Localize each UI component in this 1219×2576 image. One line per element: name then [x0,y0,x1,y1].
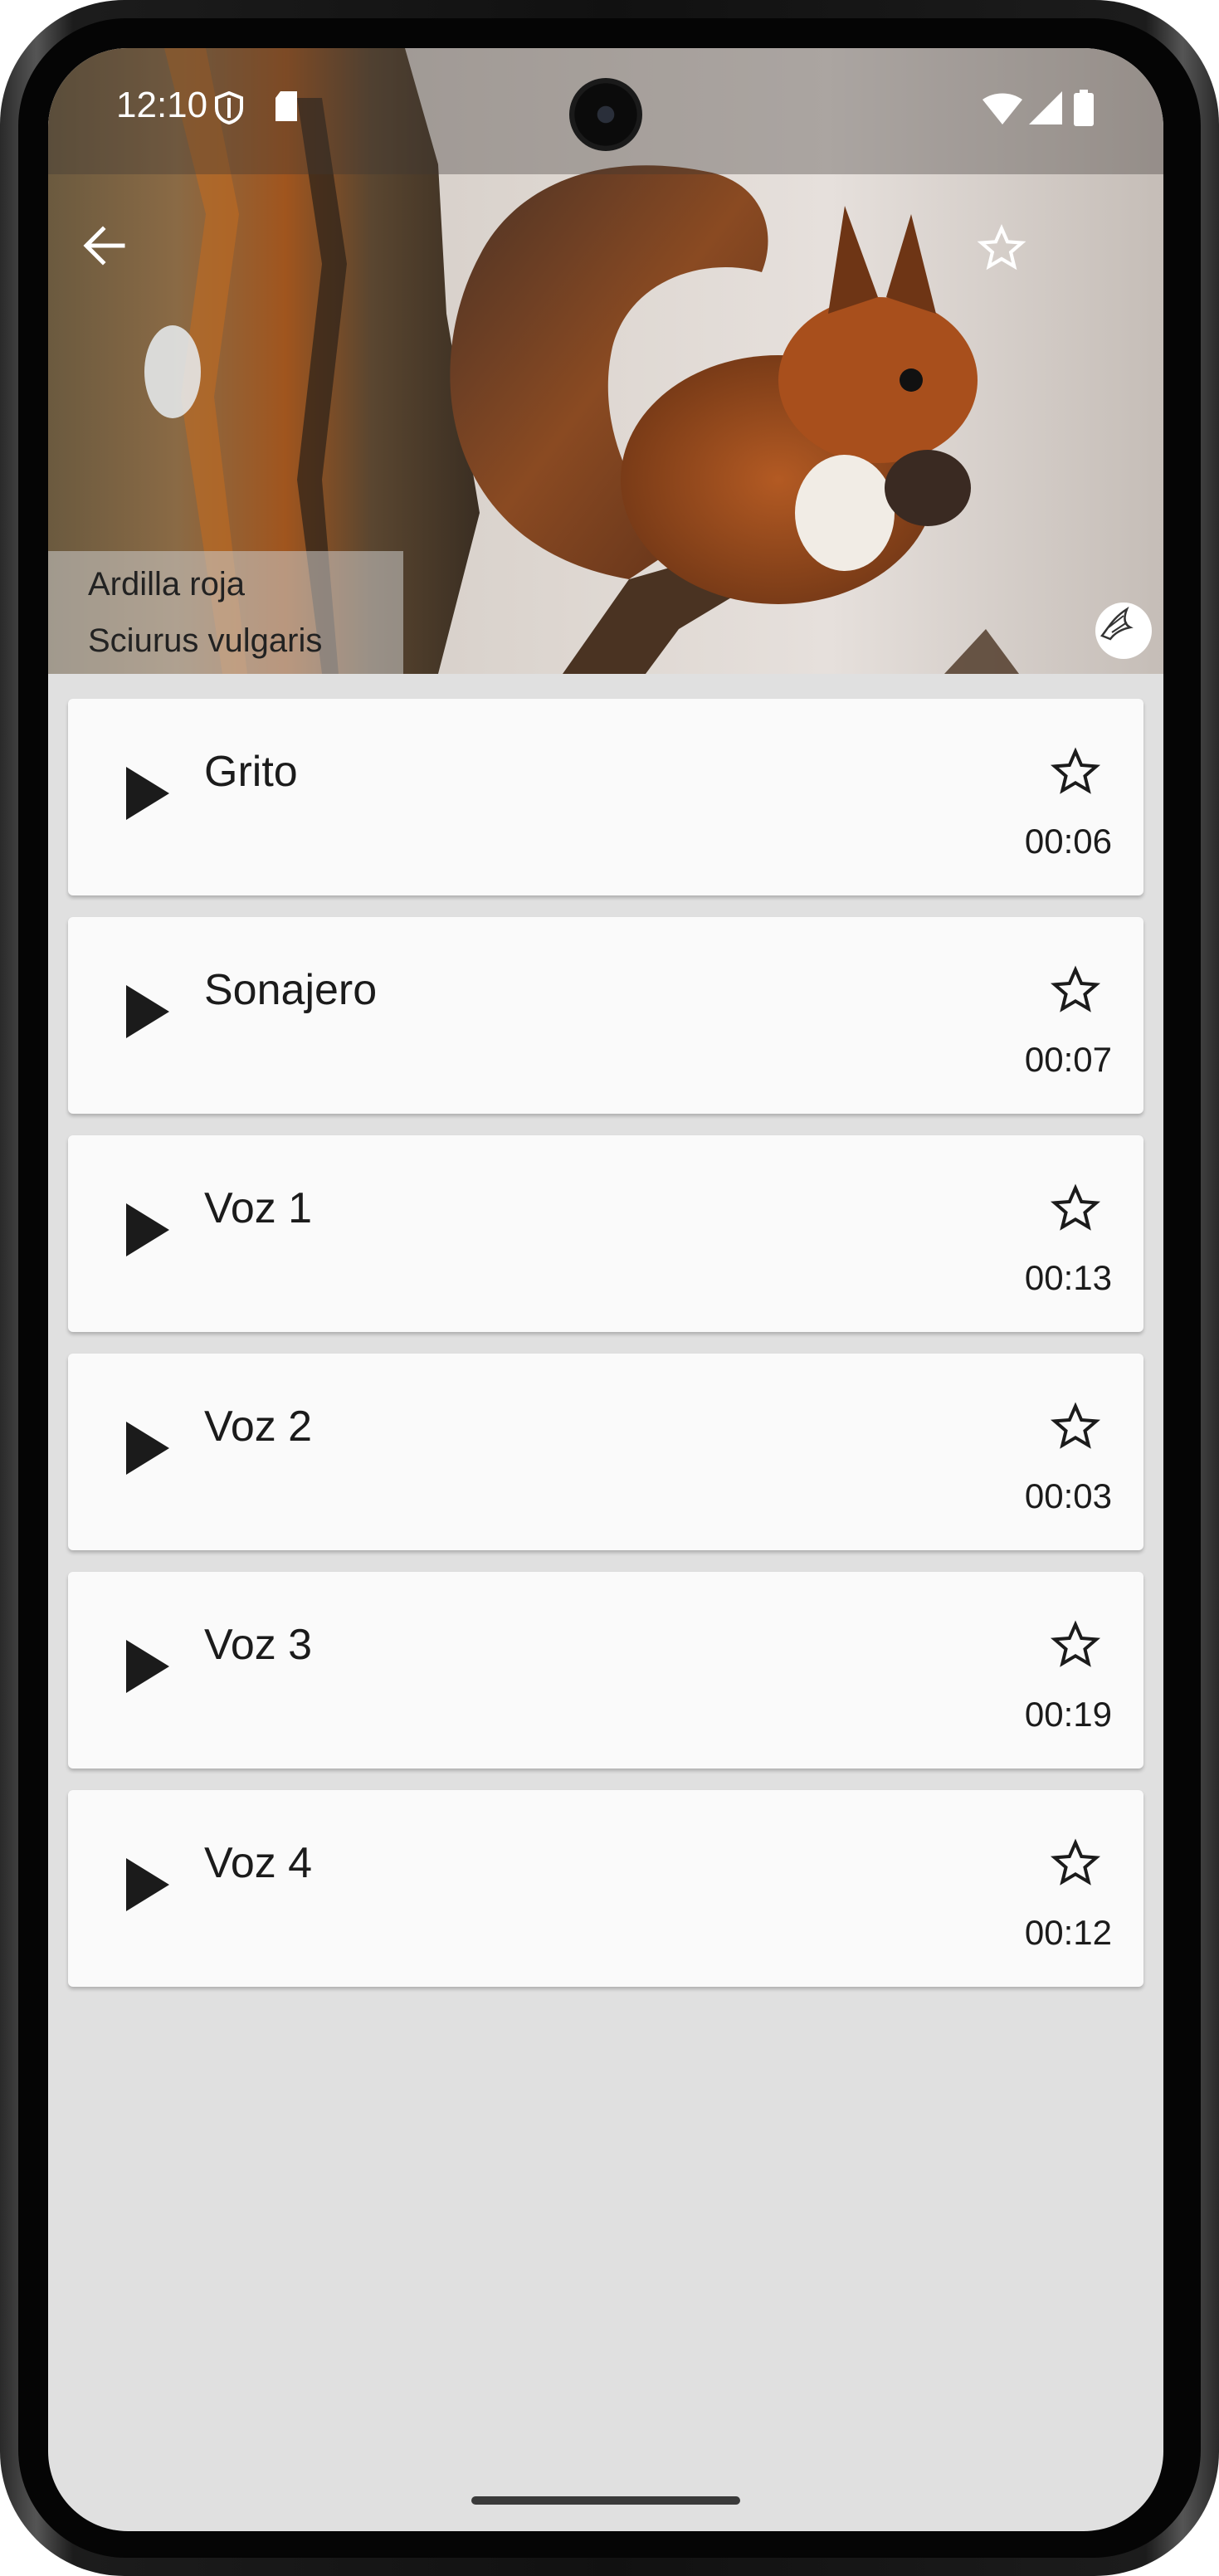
star-outline-icon[interactable] [1049,745,1102,798]
sound-item[interactable]: Voz 3 00:19 [68,1572,1143,1769]
sound-title: Voz 4 [204,1839,313,1887]
play-icon[interactable] [126,985,169,1038]
play-icon[interactable] [126,1858,169,1911]
sound-duration: 00:03 [1024,1476,1112,1515]
sound-title: Grito [204,748,298,796]
back-button[interactable] [81,222,151,292]
wifi-icon [983,93,1022,124]
shield-icon [215,91,243,124]
species-header: 12:10 Ardilla roja Sciurus vulgaris [48,48,1163,674]
sound-item[interactable]: Sonajero 00:07 [68,917,1143,1114]
star-outline-icon[interactable] [1049,1182,1102,1235]
app-screen: 12:10 Ardilla roja Sciurus vulgaris Grit… [48,48,1163,2531]
star-outline-icon [977,224,1026,271]
sound-item[interactable]: Voz 4 00:12 [68,1790,1143,1987]
star-outline-icon[interactable] [1049,1400,1102,1453]
signal-icon [1029,91,1062,124]
sound-duration: 00:19 [1024,1695,1112,1734]
sound-duration: 00:12 [1024,1913,1112,1952]
sound-duration: 00:07 [1024,1040,1112,1079]
bird-logo-icon [1100,606,1134,641]
star-outline-icon[interactable] [1049,1837,1102,1890]
sound-title: Voz 3 [204,1621,313,1669]
favorite-species-button[interactable] [976,222,1046,292]
species-caption: Ardilla roja Sciurus vulgaris [48,551,403,674]
star-outline-icon[interactable] [1049,964,1102,1017]
sound-item[interactable]: Grito 00:06 [68,699,1143,895]
sound-duration: 00:13 [1024,1258,1112,1297]
play-icon[interactable] [126,1422,169,1475]
photo-credit-logo[interactable] [1095,603,1152,659]
sound-title: Sonajero [204,966,378,1014]
sound-duration: 00:06 [1024,822,1112,861]
common-name: Ardilla roja [88,566,245,603]
battery-icon [1074,90,1094,126]
home-indicator[interactable] [471,2496,740,2505]
status-time: 12:10 [116,85,208,125]
play-icon[interactable] [126,1640,169,1693]
sd-card-icon [275,91,297,121]
sound-item[interactable]: Voz 2 00:03 [68,1354,1143,1550]
sound-title: Voz 1 [204,1184,313,1232]
scientific-name: Sciurus vulgaris [88,622,323,659]
play-icon[interactable] [126,1203,169,1256]
star-outline-icon[interactable] [1049,1618,1102,1671]
sound-item[interactable]: Voz 1 00:13 [68,1135,1143,1332]
play-icon[interactable] [126,767,169,820]
sound-title: Voz 2 [204,1403,313,1451]
front-camera [569,78,642,151]
arrow-left-icon [83,226,125,266]
